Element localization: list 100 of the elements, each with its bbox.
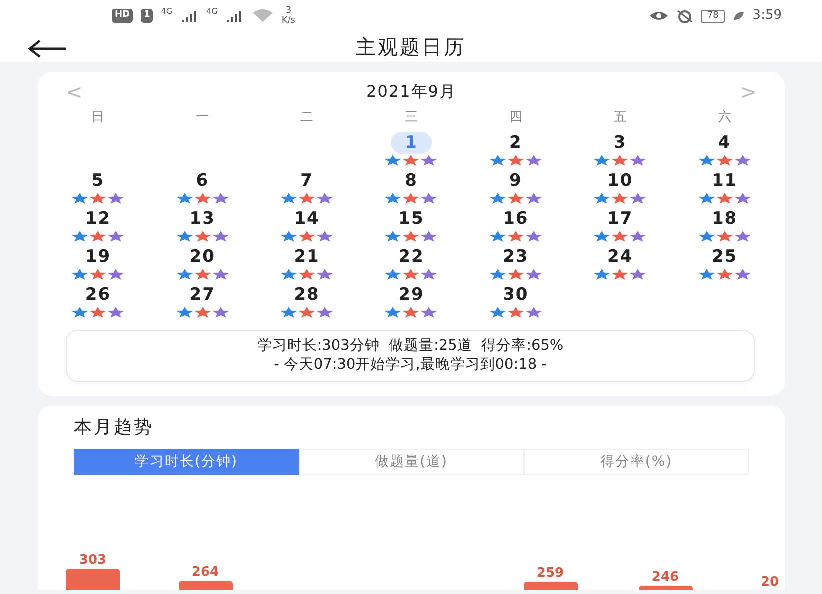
star-icon [402,269,420,280]
calendar-day[interactable]: 16 [489,208,543,230]
calendar-day[interactable]: 13 [176,208,230,230]
star-icon [402,193,420,204]
month-label: 2021年9月 [366,81,456,103]
star-icon [506,269,525,280]
star-icon [107,193,126,204]
star-icon [593,231,612,242]
weekday-label: 四 [509,109,522,127]
calendar-day[interactable]: 27 [176,284,230,306]
star-icon [488,193,507,204]
star-icon [420,155,438,166]
network-label: 4G [161,6,173,18]
calendar-day[interactable]: 15 [384,208,438,230]
calendar-day[interactable]: 25 [698,246,752,268]
calendar-day[interactable]: 22 [384,246,438,268]
star-icon [176,231,194,242]
star-icon [71,269,90,280]
star-icon [629,269,648,280]
star-icon [524,155,543,166]
calendar-day[interactable]: 14 [280,208,334,230]
calendar-day[interactable]: 10 [594,170,648,192]
calendar-day[interactable]: 18 [698,208,752,230]
clock-time: 3:59 [752,7,782,26]
calendar-day[interactable]: 19 [71,246,126,268]
star-icon [629,155,648,166]
calendar-day[interactable]: 4 [704,132,746,154]
star-icon [698,193,716,204]
star-icon [384,307,402,318]
star-icon [629,193,648,204]
calendar-day[interactable]: 24 [594,246,648,268]
star-icon [611,269,630,280]
star-icon [524,231,543,242]
star-icon [420,269,438,280]
calendar-day[interactable]: 12 [71,208,126,230]
star-icon [280,193,298,204]
calendar-day[interactable]: 17 [594,208,648,230]
calendar-day[interactable]: 6 [182,170,224,192]
chart-tab[interactable]: 做题量(道) [299,449,524,475]
network-speed: 3 [284,6,293,16]
bar-value: 20 [761,575,780,590]
calendar-day[interactable]: 29 [384,284,438,306]
star-icon [316,269,334,280]
star-icon [698,231,716,242]
calendar-day[interactable]: 21 [280,246,334,268]
star-icon [611,231,630,242]
bar-value: 246 [652,570,680,586]
status-indicator: 1 [141,9,154,23]
star-icon [212,193,230,204]
bar [638,586,692,590]
calendar-day[interactable]: 26 [71,284,126,306]
star-icon [71,307,90,318]
battery-indicator: 78 [701,10,725,22]
star-icon [280,231,298,242]
star-icon [488,155,507,166]
star-icon [316,193,334,204]
calendar-day[interactable]: 20 [176,246,230,268]
star-icon [384,231,402,242]
star-icon [280,269,298,280]
star-icon [384,269,402,280]
star-icon [488,231,507,242]
star-icon [611,193,630,204]
signal-icon [180,10,199,22]
calendar-day[interactable]: 8 [391,170,432,192]
star-icon [488,269,507,280]
star-icon [212,269,230,280]
star-icon [107,269,126,280]
chart-tab[interactable]: 得分率(%) [524,449,749,475]
star-icon [506,193,525,204]
star-icon [194,307,212,318]
star-icon [716,193,734,204]
weekday-label: 日 [92,109,105,127]
network-label: 4G [206,6,218,18]
calendar-day[interactable]: 3 [600,132,641,154]
calendar-day[interactable]: 9 [496,170,536,192]
signal-icon [226,10,244,22]
page-title: 主观题日历 [356,34,466,61]
speed-unit: K/s [282,16,296,26]
star-icon [384,193,402,204]
star-icon [716,269,734,280]
calendar-day[interactable]: 5 [78,170,119,192]
star-icon [176,193,194,204]
star-icon [107,307,126,318]
star-icon [298,269,316,280]
calendar-day[interactable]: 28 [280,284,334,306]
calendar-day[interactable]: 30 [489,284,543,306]
bar-value: 264 [192,564,220,581]
weekday-label: 六 [718,109,732,127]
eye-icon [649,10,670,22]
leaf-icon [732,11,745,21]
star-icon [71,193,90,204]
star-icon [176,307,194,318]
calendar-day[interactable]: 23 [489,246,543,268]
calendar-day[interactable]: 2 [496,132,536,154]
star-icon [89,193,108,204]
calendar-day[interactable]: 11 [698,170,752,192]
calendar-day[interactable]: 7 [286,170,328,192]
star-icon [280,307,298,318]
star-icon [734,193,752,204]
chart-tab[interactable]: 学习时长(分钟) [74,449,299,475]
